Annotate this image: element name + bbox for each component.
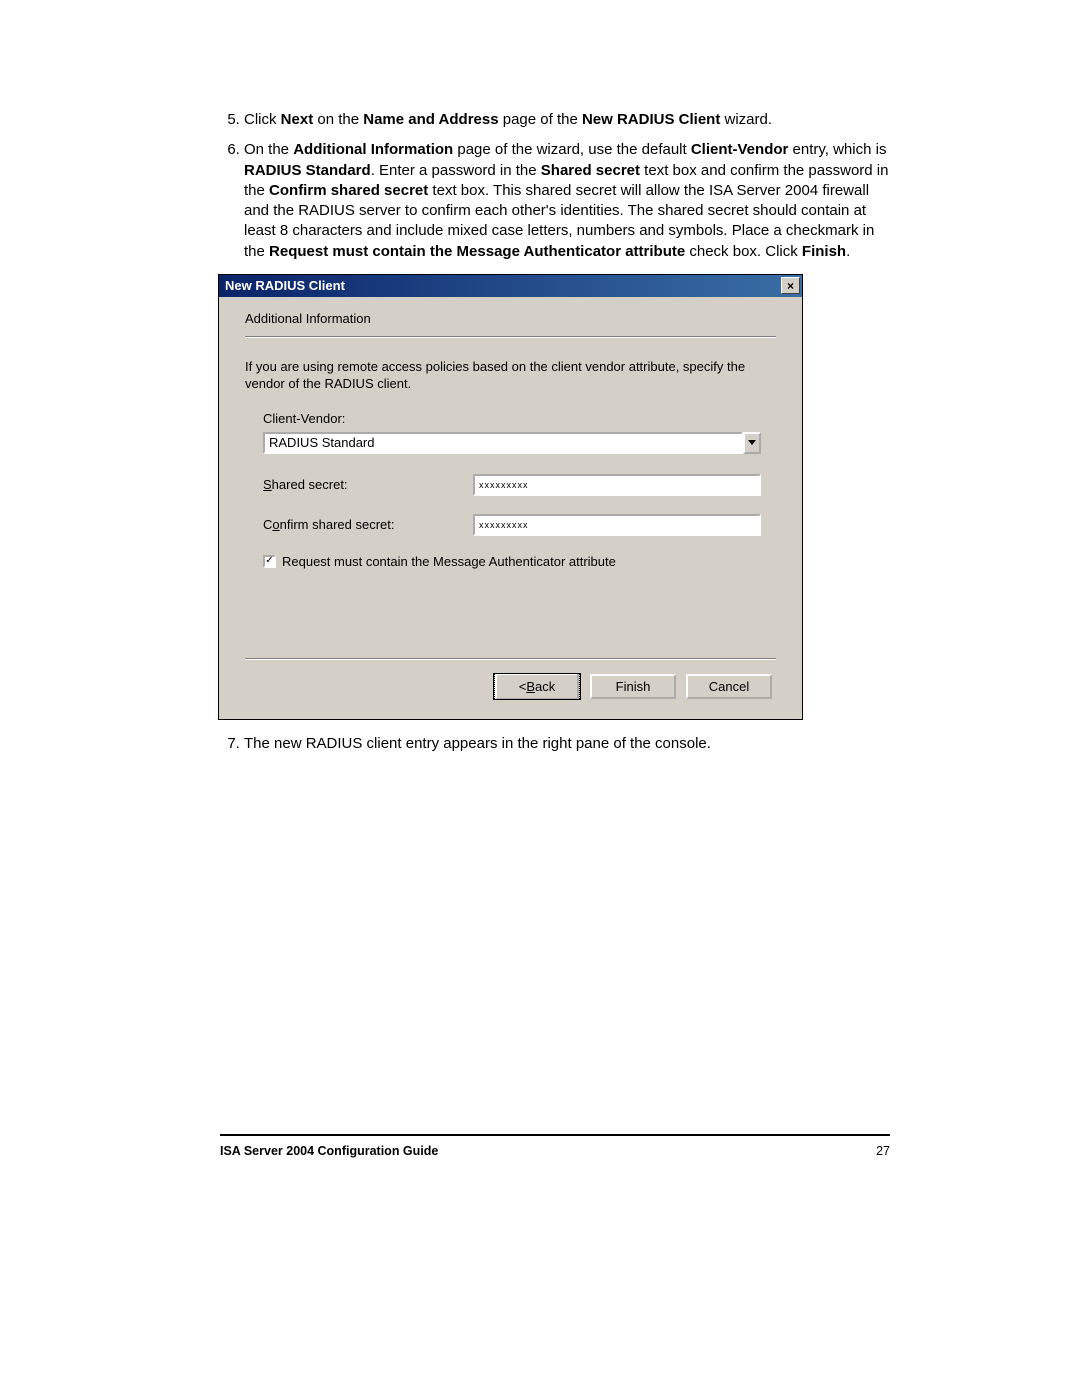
dialog-description: If you are using remote access policies …	[245, 359, 776, 393]
text-bold: New RADIUS Client	[582, 111, 720, 128]
finish-button[interactable]: Finish	[590, 674, 676, 699]
dialog-subtitle: Additional Information	[245, 311, 776, 337]
checkbox-label: Request must contain the Message Authent…	[282, 554, 616, 569]
text-bold: Finish	[802, 243, 846, 260]
page-number: 27	[876, 1144, 890, 1158]
text-bold: Next	[281, 111, 314, 128]
text: on the	[313, 111, 363, 128]
text: entry, which is	[788, 141, 886, 158]
close-icon[interactable]: ×	[781, 277, 800, 294]
masked-value: xxxxxxxxx	[479, 480, 529, 490]
text: equest must contain the Message Authenti…	[291, 554, 615, 569]
mnemonic: C	[263, 411, 272, 426]
dialog-new-radius-client: New RADIUS Client × Additional Informati…	[218, 274, 803, 720]
text-bold: Shared secret	[541, 162, 640, 179]
instruction-list-cont: The new RADIUS client entry appears in t…	[220, 734, 890, 754]
dialog-buttons: < Back Finish Cancel	[245, 659, 776, 709]
step-6: On the Additional Information page of th…	[244, 140, 890, 262]
text: .	[846, 243, 850, 260]
dialog-title: New RADIUS Client	[225, 278, 345, 293]
page-footer: ISA Server 2004 Configuration Guide 27	[220, 1134, 890, 1158]
instruction-list: Click Next on the Name and Address page …	[220, 110, 890, 262]
text-bold: RADIUS Standard	[244, 162, 371, 179]
client-vendor-label: Client-Vendor:	[263, 411, 776, 426]
shared-secret-input[interactable]: xxxxxxxxx	[473, 474, 761, 496]
text: page of the wizard, use the default	[453, 141, 691, 158]
text-bold: Additional Information	[293, 141, 453, 158]
confirm-shared-secret-input[interactable]: xxxxxxxxx	[473, 514, 761, 536]
text-bold: Client-Vendor	[691, 141, 789, 158]
text-bold: Confirm shared secret	[269, 182, 428, 199]
text: wizard.	[720, 111, 772, 128]
back-button[interactable]: < Back	[494, 674, 580, 699]
mnemonic: B	[526, 679, 535, 694]
client-vendor-combo[interactable]: RADIUS Standard	[263, 432, 761, 454]
text: lient-Vendor:	[272, 411, 345, 426]
step-7: The new RADIUS client entry appears in t…	[244, 734, 890, 754]
text: . Enter a password in the	[371, 162, 541, 179]
masked-value: xxxxxxxxx	[479, 520, 529, 530]
chevron-down-icon[interactable]	[743, 432, 761, 454]
mnemonic: S	[263, 477, 272, 492]
text-bold: Request must contain the Message Authent…	[269, 243, 685, 260]
text: Click	[244, 111, 281, 128]
text: ack	[535, 679, 555, 694]
cancel-button[interactable]: Cancel	[686, 674, 772, 699]
client-vendor-value[interactable]: RADIUS Standard	[263, 432, 743, 454]
authenticator-checkbox-row[interactable]: ✓ Request must contain the Message Authe…	[263, 554, 776, 569]
step-5: Click Next on the Name and Address page …	[244, 110, 890, 130]
text: hared secret:	[272, 477, 348, 492]
confirm-shared-secret-label: Confirm shared secret:	[263, 517, 473, 532]
text-bold: Name and Address	[363, 111, 498, 128]
text: nfirm shared secret:	[280, 517, 395, 532]
text: check box. Click	[685, 243, 802, 260]
text: page of the	[499, 111, 582, 128]
text: C	[263, 517, 272, 532]
mnemonic: R	[282, 554, 291, 569]
checkbox-icon[interactable]: ✓	[263, 555, 276, 568]
mnemonic: o	[272, 517, 279, 532]
titlebar: New RADIUS Client ×	[219, 275, 802, 297]
text: On the	[244, 141, 293, 158]
footer-title: ISA Server 2004 Configuration Guide	[220, 1144, 438, 1158]
text: <	[519, 679, 527, 694]
shared-secret-label: Shared secret:	[263, 477, 473, 492]
